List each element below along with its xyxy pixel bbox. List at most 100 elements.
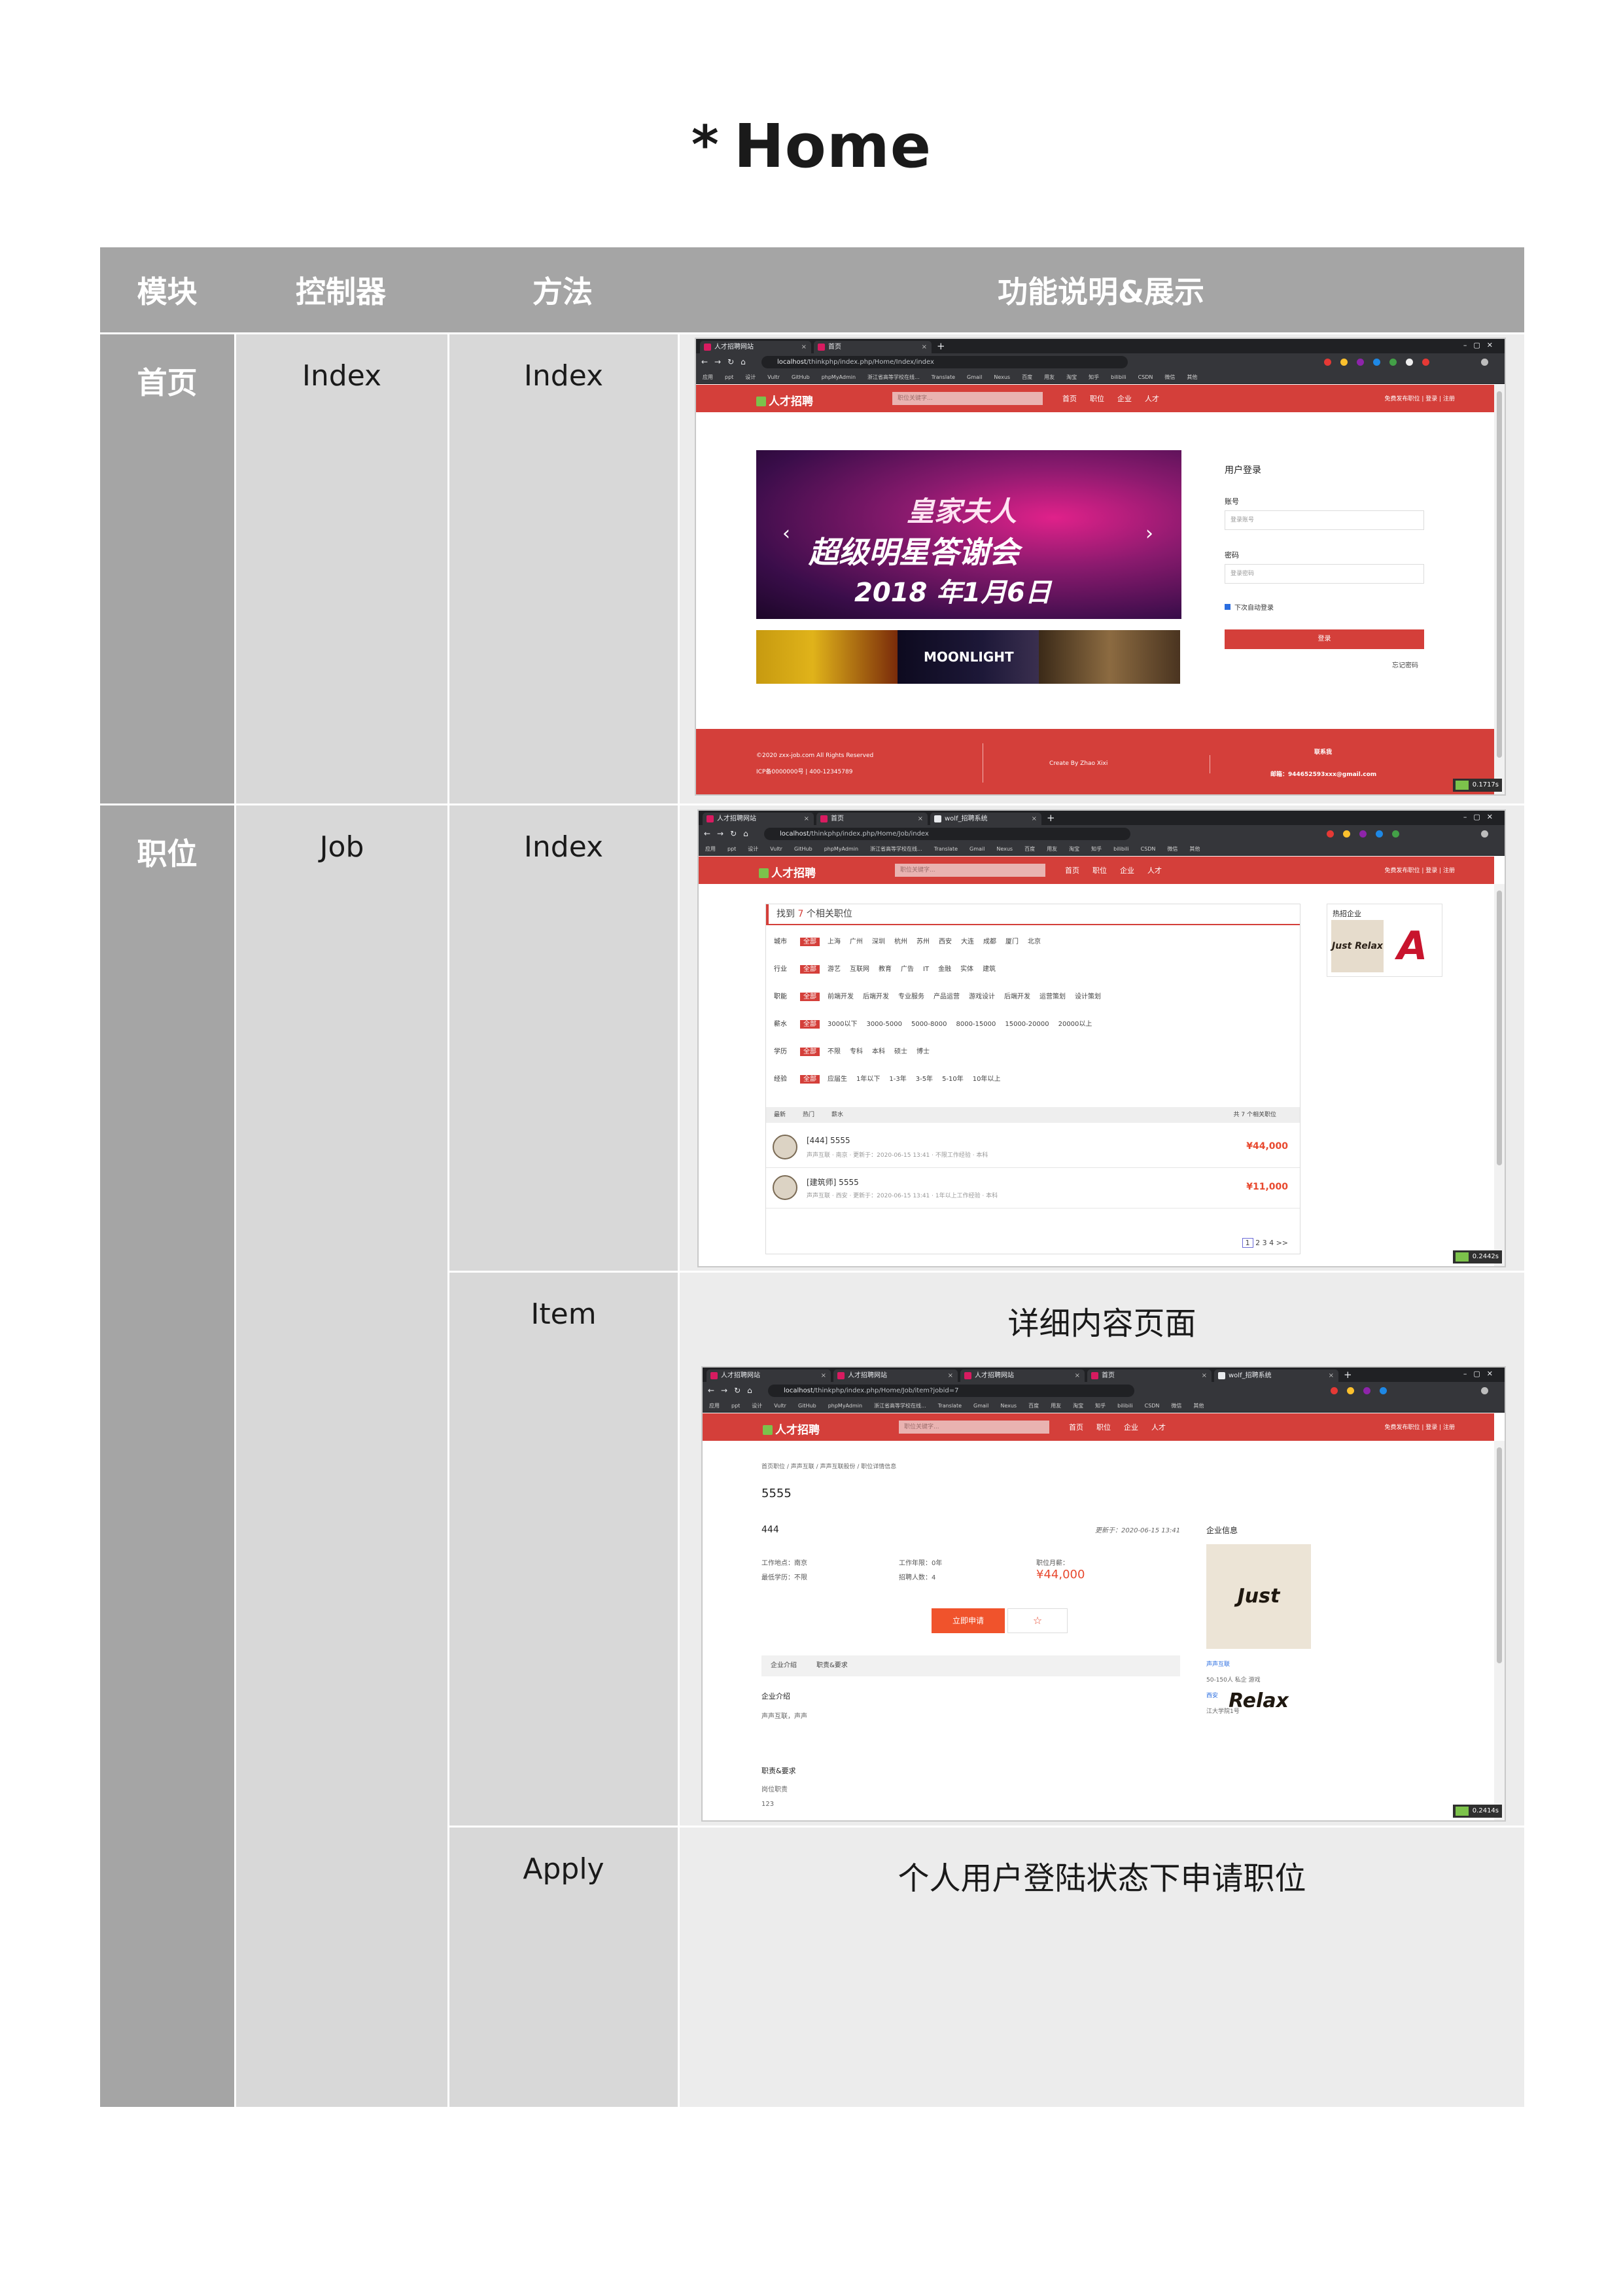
site-search-input[interactable]: 职位关键字...: [895, 864, 1045, 877]
bookmark-item[interactable]: Gmail: [973, 1403, 988, 1409]
bookmark-item[interactable]: 微信: [1167, 846, 1178, 852]
profile-avatar[interactable]: [1481, 1387, 1488, 1394]
bookmark-item[interactable]: Gmail: [969, 846, 985, 852]
bookmark-item[interactable]: Translate: [932, 374, 955, 380]
list-item[interactable]: [建筑师] 5555 声声互联 · 西安 · 更新于：2020-06-15 13…: [766, 1167, 1300, 1209]
filter-option[interactable]: 后端开发: [863, 993, 889, 1000]
new-tab-icon[interactable]: +: [937, 340, 945, 352]
filter-option[interactable]: 博士: [916, 1048, 930, 1055]
site-search-input[interactable]: 职位关键字...: [899, 1421, 1049, 1434]
sort-hot[interactable]: 热门: [803, 1112, 814, 1118]
extension-icon[interactable]: [1327, 830, 1334, 838]
filter-option[interactable]: 厦门: [1005, 938, 1019, 945]
bookmark-item[interactable]: 百度: [1024, 846, 1035, 852]
address-bar[interactable]: localhost/thinkphp/index.php/Home/Job/in…: [764, 828, 1130, 840]
nav-item-talent[interactable]: 人才: [1151, 1423, 1166, 1432]
bookmark-item[interactable]: phpMyAdmin: [822, 374, 856, 380]
filter-option[interactable]: 8000-15000: [956, 1021, 996, 1028]
banner-thumbnail[interactable]: [756, 630, 898, 684]
sort-salary[interactable]: 薪水: [831, 1112, 843, 1118]
filter-option-active[interactable]: 全部: [800, 1020, 820, 1029]
bookmark-item[interactable]: 浙江省高等学校在线...: [867, 374, 920, 380]
new-tab-icon[interactable]: +: [1047, 812, 1055, 824]
extension-icon[interactable]: [1380, 1387, 1387, 1394]
nav-buttons-icon[interactable]: ←→↻⌂: [701, 357, 752, 366]
bookmark-item[interactable]: 微信: [1164, 374, 1175, 380]
bookmark-item[interactable]: 应用: [709, 1403, 720, 1409]
filter-option[interactable]: 成都: [983, 938, 996, 945]
filter-option[interactable]: 专业服务: [898, 993, 924, 1000]
filter-option[interactable]: 本科: [872, 1048, 885, 1055]
top-links[interactable]: 免费发布职位 | 登录 | 注册: [1384, 394, 1455, 402]
filter-option[interactable]: 互联网: [850, 966, 869, 973]
close-icon[interactable]: ×: [821, 1369, 826, 1382]
filter-option[interactable]: 金融: [938, 966, 951, 973]
bookmark-item[interactable]: ppt: [725, 374, 733, 380]
close-icon[interactable]: ×: [948, 1369, 953, 1382]
filter-option[interactable]: 3000以下: [828, 1021, 857, 1028]
extension-icon[interactable]: [1389, 359, 1397, 366]
close-icon[interactable]: ×: [801, 341, 807, 353]
filter-option[interactable]: 5-10年: [942, 1076, 964, 1083]
chevron-left-icon[interactable]: ‹: [782, 522, 790, 545]
profile-avatar[interactable]: [1481, 359, 1488, 366]
extension-icon[interactable]: [1324, 359, 1331, 366]
browser-tab[interactable]: 人才招聘网站 ×: [703, 813, 814, 825]
bookmark-item[interactable]: CSDN: [1138, 374, 1153, 380]
bookmark-item[interactable]: Vultr: [770, 846, 782, 852]
page-link[interactable]: 2: [1255, 1239, 1260, 1247]
bookmark-item[interactable]: GitHub: [794, 846, 812, 852]
filter-option[interactable]: 应届生: [828, 1076, 847, 1083]
site-logo[interactable]: 人才招聘: [763, 1421, 820, 1437]
bookmark-item[interactable]: 知乎: [1095, 1403, 1106, 1409]
password-input[interactable]: 登录密码: [1225, 564, 1424, 584]
nav-item-jobs[interactable]: 职位: [1092, 866, 1107, 875]
company-logo[interactable]: Just Relax: [1206, 1544, 1311, 1712]
filter-option[interactable]: 运营策划: [1039, 993, 1066, 1000]
breadcrumb[interactable]: 首页职位 / 声声互联 / 声声互联股份 / 职位详情信息: [761, 1462, 896, 1470]
window-controls-icon[interactable]: –▢✕: [1463, 341, 1499, 349]
extension-icon[interactable]: [1347, 1387, 1354, 1394]
filter-option[interactable]: 大连: [961, 938, 974, 945]
bookmark-item[interactable]: 用友: [1051, 1403, 1061, 1409]
debug-timer[interactable]: 0.2414s: [1452, 1805, 1502, 1818]
bookmark-item[interactable]: Gmail: [967, 374, 982, 380]
filter-option[interactable]: 广州: [850, 938, 863, 945]
site-search-input[interactable]: 职位关键字...: [892, 392, 1043, 405]
filter-option[interactable]: 游戏设计: [969, 993, 995, 1000]
bookmark-item[interactable]: 知乎: [1091, 846, 1102, 852]
nav-buttons-icon[interactable]: ←→↻⌂: [704, 829, 755, 838]
bookmark-item[interactable]: 其他: [1189, 846, 1200, 852]
window-controls-icon[interactable]: –▢✕: [1463, 813, 1499, 821]
filter-option[interactable]: 教育: [879, 966, 892, 973]
bookmark-item[interactable]: 其他: [1193, 1403, 1204, 1409]
bookmark-item[interactable]: 浙江省高等学校在线...: [874, 1403, 926, 1409]
extension-icon[interactable]: [1359, 830, 1367, 838]
new-tab-icon[interactable]: +: [1344, 1369, 1352, 1381]
bookmark-item[interactable]: 设计: [748, 846, 758, 852]
filter-option[interactable]: 上海: [828, 938, 841, 945]
bookmark-item[interactable]: 设计: [745, 374, 756, 380]
bookmark-item[interactable]: GitHub: [792, 374, 810, 380]
browser-tab[interactable]: 首页 ×: [814, 341, 932, 353]
bookmark-item[interactable]: Nexus: [1000, 1403, 1017, 1409]
nav-item-companies[interactable]: 企业: [1124, 1423, 1138, 1432]
bookmark-item[interactable]: 淘宝: [1073, 1403, 1083, 1409]
filter-option[interactable]: 苏州: [916, 938, 930, 945]
filter-option[interactable]: 硕士: [894, 1048, 907, 1055]
next-page-link[interactable]: >>: [1276, 1239, 1288, 1247]
browser-tab[interactable]: 人才招聘网站 ×: [707, 1369, 831, 1382]
filter-option[interactable]: 5000-8000: [911, 1021, 947, 1028]
home-banner[interactable]: 皇家夫人 超级明星答谢会 2018 年1月6日 ‹ ›: [756, 450, 1181, 619]
filter-option-active[interactable]: 全部: [800, 1075, 820, 1084]
extension-icon[interactable]: [1406, 359, 1413, 366]
debug-timer[interactable]: 0.1717s: [1452, 779, 1502, 792]
bookmark-item[interactable]: Vultr: [767, 374, 780, 380]
job-title[interactable]: [建筑师] 5555: [807, 1176, 859, 1188]
bookmark-item[interactable]: Nexus: [994, 374, 1010, 380]
bookmark-item[interactable]: Nexus: [996, 846, 1013, 852]
bookmark-item[interactable]: 浙江省高等学校在线...: [870, 846, 922, 852]
filter-option-active[interactable]: 全部: [800, 965, 820, 974]
job-title[interactable]: [444] 5555: [807, 1136, 850, 1145]
filter-option-active[interactable]: 全部: [800, 993, 820, 1001]
